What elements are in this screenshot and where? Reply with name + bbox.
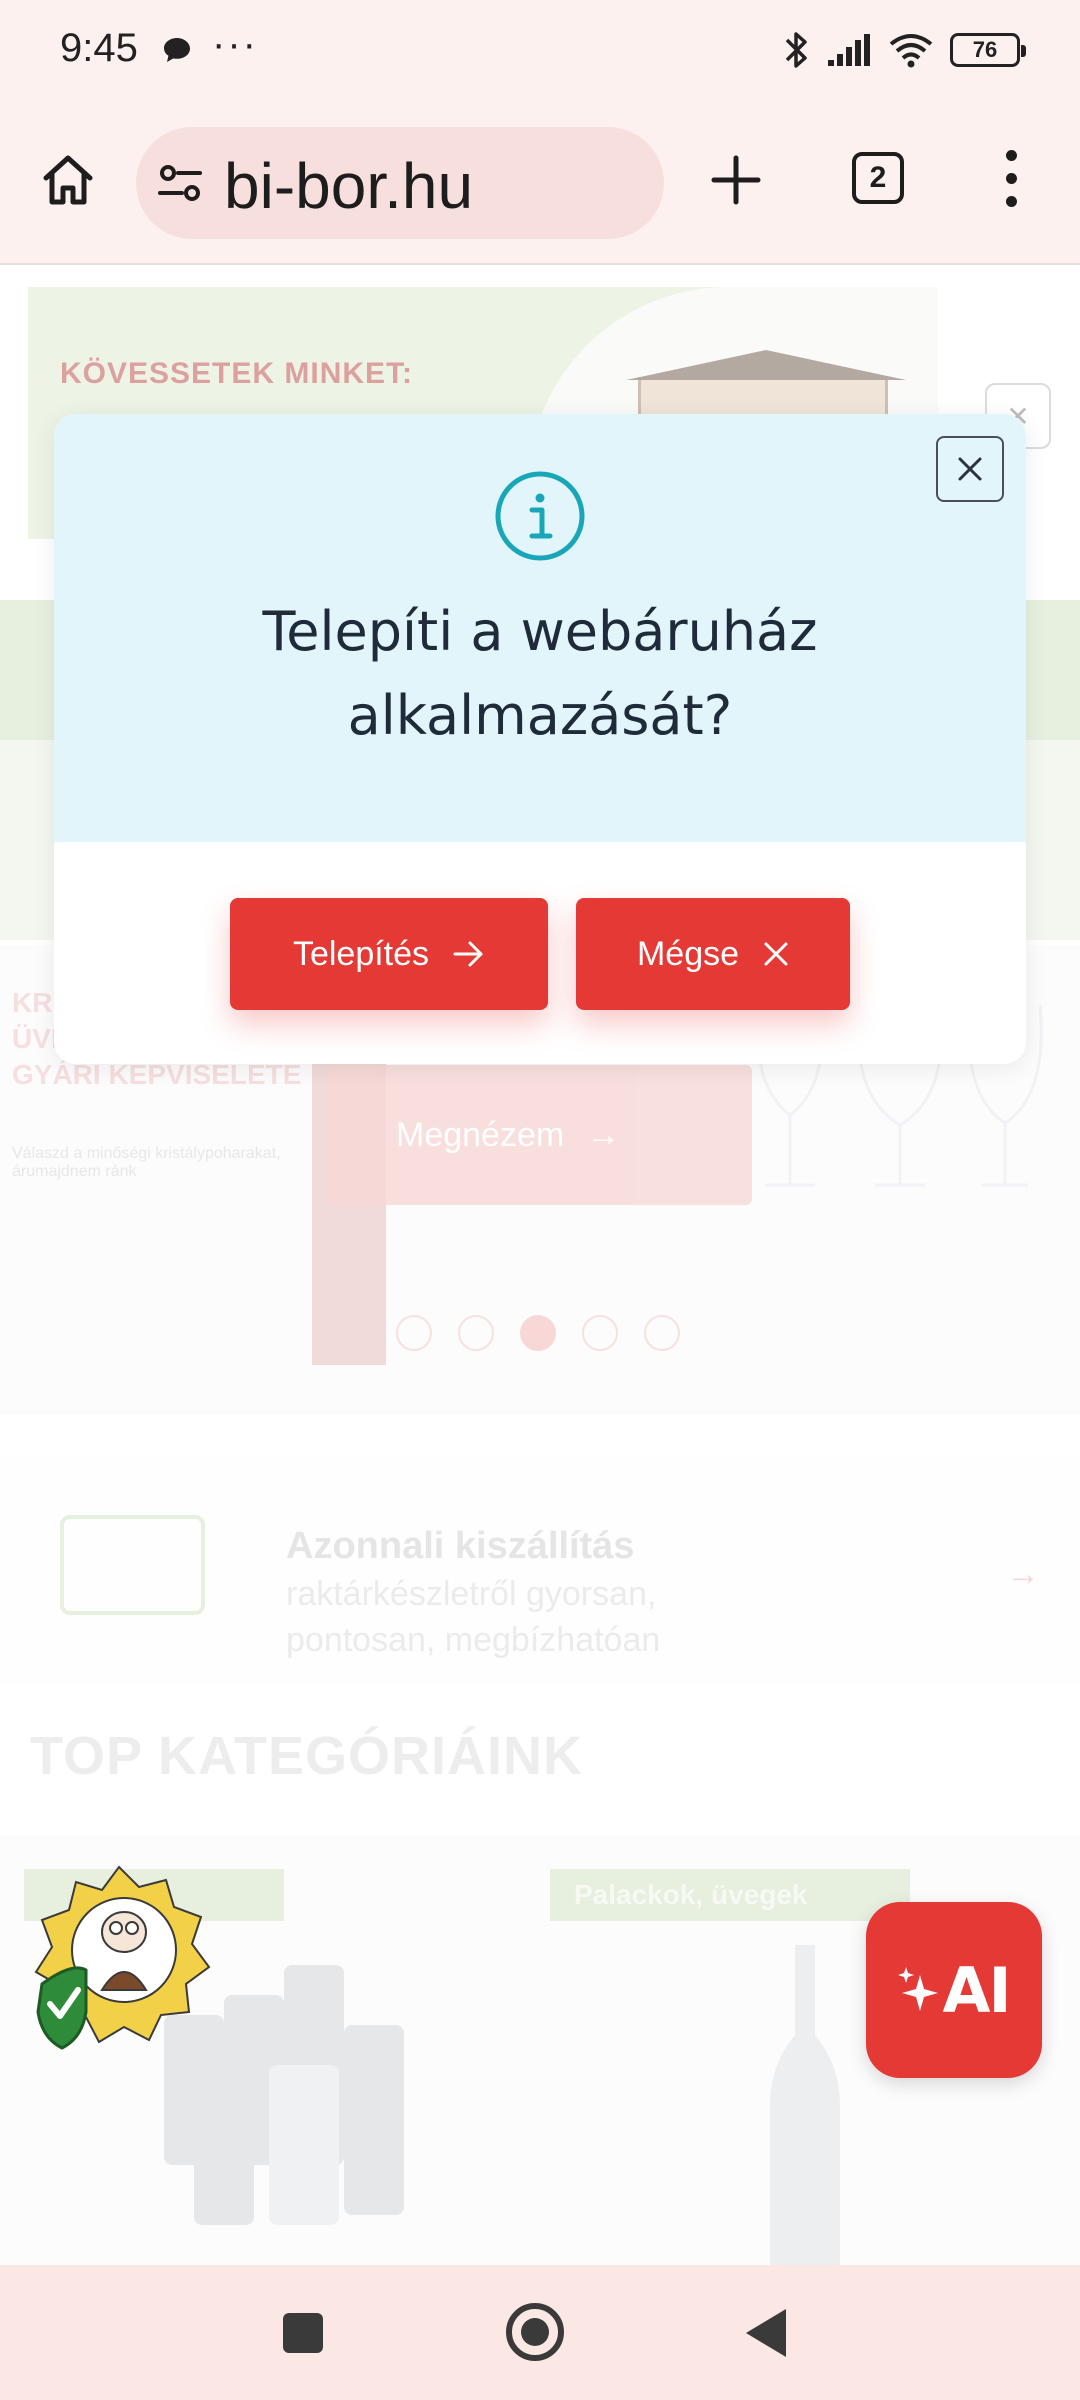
close-icon [764,942,788,966]
dialog-header: Telepíti a webáruház alkalmazását? [54,414,1026,842]
trust-badge-icon[interactable] [24,1862,214,2052]
close-icon [958,457,982,481]
info-icon [495,471,585,561]
address-bar[interactable]: bi-bor.hu [136,127,664,239]
new-tab-icon[interactable] [706,150,766,210]
dialog-title: Telepíti a webáruház alkalmazását? [262,600,818,747]
system-nav-bar [0,2265,1080,2400]
site-settings-icon[interactable] [156,159,204,207]
recents-button[interactable] [283,2313,323,2353]
install-button[interactable]: Telepítés [230,898,548,1010]
tab-switcher-button[interactable]: 2 [852,152,904,204]
tab-count: 2 [869,161,887,194]
battery-indicator: 76 [950,33,1026,67]
ai-label: AI [942,1953,1011,2027]
browser-toolbar: bi-bor.hu 2 [0,100,1080,265]
install-button-label: Telepítés [292,934,430,973]
dialog-close-button[interactable] [936,436,1004,502]
install-app-dialog: Telepíti a webáruház alkalmazását? Telep… [54,414,1026,1064]
battery-level: 76 [972,37,998,62]
cancel-button[interactable]: Mégse [576,898,850,1010]
arrow-right-icon [453,941,483,967]
sparkle-icon [898,1967,939,2011]
chat-notification-icon [164,38,190,62]
home-button[interactable] [506,2303,564,2361]
more-notifications-icon: ··· [212,22,258,66]
back-button[interactable] [746,2309,786,2357]
ai-assistant-button[interactable]: AI [866,1902,1042,2078]
signal-icon [828,34,870,66]
status-bar: 9:45 ··· 76 [0,0,1080,100]
cancel-button-label: Mégse [636,934,740,973]
home-icon[interactable] [38,150,98,210]
wifi-icon [889,34,933,68]
browser-menu-icon[interactable] [996,150,1026,210]
status-time: 9:45 [60,26,138,70]
bluetooth-icon [785,32,807,68]
url-text: bi-bor.hu [224,150,474,222]
